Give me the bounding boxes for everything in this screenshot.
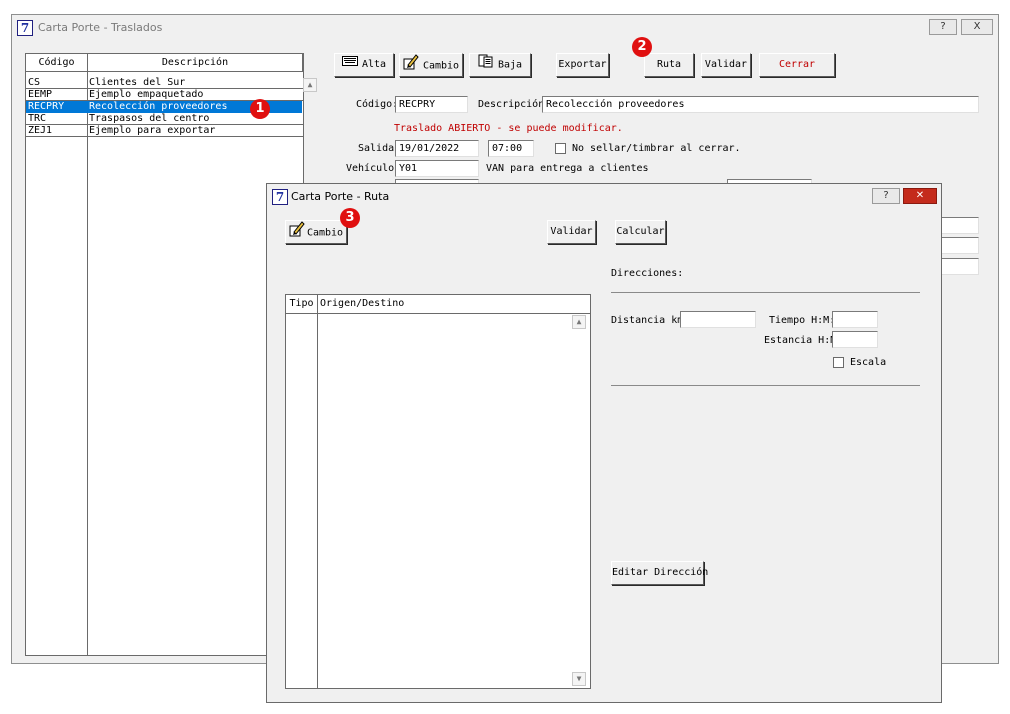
scroll-down-icon[interactable]: ▼: [572, 672, 586, 686]
step-badge-2: 2: [632, 37, 652, 57]
hidden-field[interactable]: [941, 237, 979, 254]
table-row[interactable]: ZEJ1 Ejemplo para exportar: [26, 125, 290, 136]
dialog-help-button[interactable]: ?: [872, 188, 900, 204]
no-sellar-checkbox[interactable]: [555, 143, 566, 154]
help-button[interactable]: ?: [929, 19, 957, 35]
grid-column-divider: [87, 72, 88, 655]
column-header-origen-destino[interactable]: Origen/Destino: [318, 295, 590, 314]
step-badge-3: 3: [340, 208, 360, 228]
row-divider: [26, 88, 303, 89]
scroll-up-icon[interactable]: ▲: [303, 78, 317, 92]
row-desc: Ejemplo para exportar: [89, 125, 216, 136]
tiempo-label: Tiempo H:M:: [769, 315, 836, 326]
calcular-button[interactable]: Calcular: [615, 220, 666, 244]
dialog-cambio-button[interactable]: Cambio: [285, 220, 347, 244]
vehiculo-description: VAN para entrega a clientes: [486, 163, 649, 174]
separator: [611, 292, 920, 293]
row-code: ZEJ1: [28, 125, 53, 136]
route-grid[interactable]: Tipo Origen/Destino ▲ ▼: [285, 294, 591, 689]
cerrar-button[interactable]: Cerrar: [759, 53, 835, 77]
row-code: EEMP: [28, 89, 53, 100]
vehiculo-label: Vehículo:: [346, 163, 401, 174]
codigo-label: Código:: [356, 99, 399, 110]
column-header-tipo[interactable]: Tipo: [286, 295, 318, 314]
estancia-field[interactable]: [832, 331, 878, 348]
main-window-title: Carta Porte - Traslados: [38, 21, 163, 34]
row-code: TRC: [28, 113, 47, 124]
dialog-titlebar[interactable]: 7 Carta Porte - Ruta ? ✕: [267, 184, 941, 211]
column-header-descripcion[interactable]: Descripción: [88, 54, 303, 72]
step-badge-1: 1: [250, 99, 270, 119]
salida-time-field[interactable]: 07:00: [488, 140, 534, 157]
exportar-button[interactable]: Exportar: [556, 53, 609, 77]
vehiculo-field[interactable]: Y01: [395, 160, 479, 177]
descripcion-label: Descripción:: [478, 99, 551, 110]
cambio-button[interactable]: Cambio: [399, 53, 463, 77]
editar-direccion-button[interactable]: Editar Dirección: [611, 561, 708, 585]
ruta-dialog: 7 Carta Porte - Ruta ? ✕ Cambio Validar …: [266, 183, 942, 703]
table-row[interactable]: EEMP Ejemplo empaquetado: [26, 89, 290, 100]
validar-button[interactable]: Validar: [701, 53, 751, 77]
dialog-app-icon: 7: [272, 189, 288, 205]
row-desc: Clientes del Sur: [89, 77, 186, 88]
close-button[interactable]: X: [961, 19, 993, 35]
distancia-field[interactable]: [680, 311, 756, 328]
dialog-validar-button[interactable]: Validar: [547, 220, 596, 244]
delete-document-icon: [478, 54, 494, 77]
table-row[interactable]: CS Clientes del Sur: [26, 77, 290, 88]
row-desc: Traspasos del centro: [89, 113, 210, 124]
traslados-grid[interactable]: Código Descripción CS Clientes del Sur E…: [25, 53, 317, 656]
no-sellar-label: No sellar/timbrar al cerrar.: [572, 143, 741, 154]
separator: [611, 385, 920, 386]
row-desc: Recolección proveedores: [89, 101, 228, 112]
estancia-label: Estancia H:M:: [764, 335, 843, 346]
row-divider: [26, 124, 303, 125]
escala-label: Escala: [850, 357, 887, 368]
column-header-codigo[interactable]: Código: [26, 54, 88, 72]
table-row[interactable]: TRC Traspasos del centro: [26, 113, 290, 124]
escala-checkbox[interactable]: [833, 357, 844, 368]
baja-button[interactable]: Baja: [469, 53, 531, 77]
keyboard-icon: [341, 54, 358, 76]
scroll-up-icon[interactable]: ▲: [572, 315, 586, 329]
edit-pencil-icon: [289, 221, 305, 246]
row-code: CS: [28, 77, 41, 88]
grid-column-divider: [317, 314, 318, 688]
hidden-field[interactable]: [941, 217, 979, 234]
salida-label: Salida:: [358, 143, 401, 154]
alta-button[interactable]: Alta: [334, 53, 394, 77]
codigo-field[interactable]: RECPRY: [395, 96, 468, 113]
distancia-label: Distancia km:: [611, 315, 690, 326]
direcciones-label: Direcciones:: [611, 268, 684, 279]
dialog-close-button[interactable]: ✕: [903, 188, 937, 204]
row-divider: [26, 136, 303, 137]
app-icon: 7: [17, 20, 33, 36]
main-titlebar[interactable]: 7 Carta Porte - Traslados ? X: [12, 15, 998, 41]
dialog-title: Carta Porte - Ruta: [291, 190, 390, 203]
row-code: RECPRY: [28, 101, 65, 112]
descripcion-field[interactable]: Recolección proveedores: [542, 96, 979, 113]
tiempo-field[interactable]: [832, 311, 878, 328]
row-desc: Ejemplo empaquetado: [89, 89, 204, 100]
status-text: Traslado ABIERTO - se puede modificar.: [394, 123, 623, 134]
edit-pencil-icon: [403, 54, 419, 79]
hidden-field[interactable]: [941, 258, 979, 275]
ruta-button[interactable]: Ruta: [644, 53, 694, 77]
salida-date-field[interactable]: 19/01/2022: [395, 140, 479, 157]
